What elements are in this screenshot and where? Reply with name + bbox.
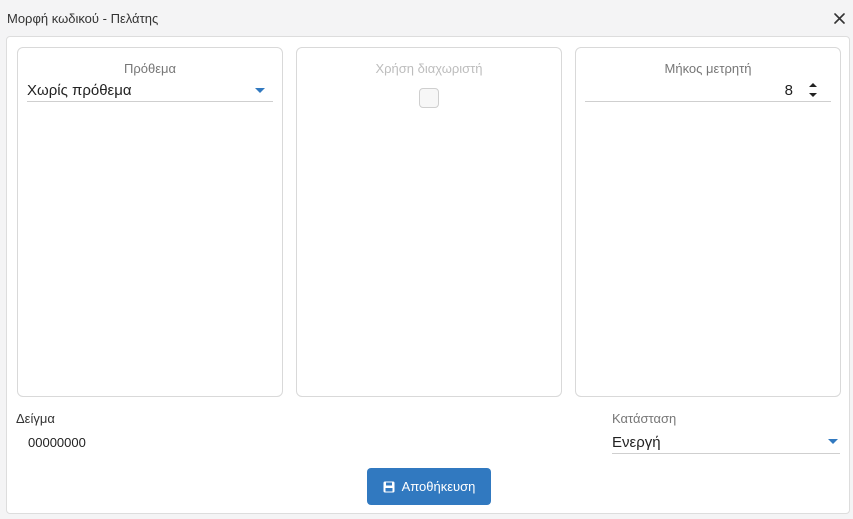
status-label: Κατάσταση [612,411,677,426]
save-button[interactable]: Αποθήκευση [367,468,491,505]
separator-checkbox[interactable] [419,88,439,108]
prefix-panel: Πρόθεμα Χωρίς πρόθεμα [17,47,283,397]
counter-length-value: 8 [784,82,793,99]
save-icon [383,481,395,493]
sample-value: 00000000 [28,435,86,450]
status-select[interactable]: Ενεργή [612,430,840,454]
prefix-select-value: Χωρίς πρόθεμα [27,82,132,99]
counter-length-label: Μήκος μετρητή [664,61,752,76]
window-title: Μορφή κωδικού - Πελάτης [7,10,159,26]
spinner-icon[interactable] [807,80,819,100]
sample-label: Δείγμα [16,411,55,426]
separator-panel: Χρήση διαχωριστή [296,47,562,397]
dialog-content: Πρόθεμα Χωρίς πρόθεμα Χρήση διαχωριστή Μ… [6,36,850,514]
chevron-down-icon [255,88,265,93]
chevron-down-icon [828,439,838,444]
counter-length-stepper[interactable]: 8 [585,80,831,102]
prefix-label: Πρόθεμα [123,61,177,76]
window-titlebar: Μορφή κωδικού - Πελάτης [0,0,853,36]
status-select-value: Ενεργή [612,434,661,451]
save-button-label: Αποθήκευση [401,479,476,494]
counter-length-panel: Μήκος μετρητή 8 [575,47,841,397]
prefix-select[interactable]: Χωρίς πρόθεμα [27,80,273,102]
separator-label: Χρήση διαχωριστή [375,61,483,76]
close-icon[interactable] [831,10,847,26]
